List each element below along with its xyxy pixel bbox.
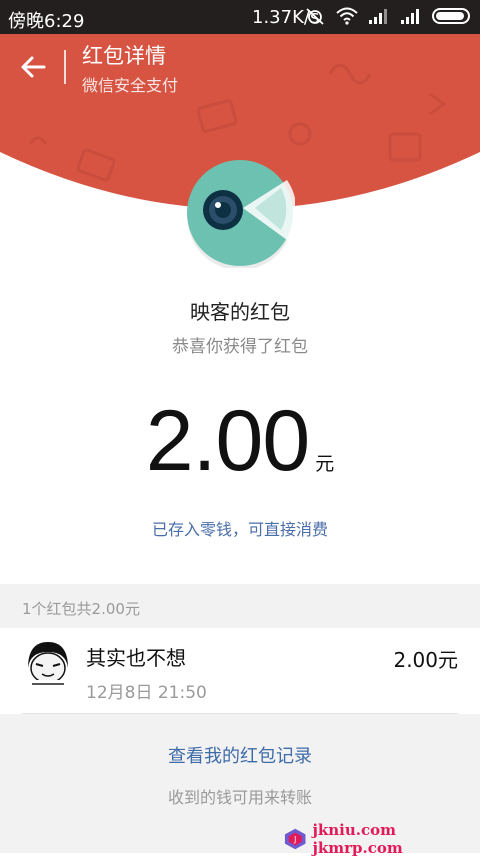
transfer-note: 收到的钱可用来转账: [167, 788, 312, 807]
header: 红包详情 微信安全支付: [0, 34, 480, 102]
status-time: 傍晚6:29: [8, 11, 85, 32]
greeting-text: 恭喜你获得了红包: [172, 337, 308, 357]
receive-time: 12月8日 21:50: [86, 683, 207, 703]
battery-icon: [432, 8, 470, 24]
list-item[interactable]: 其实也不想 12月8日 21:50 2.00元: [0, 628, 480, 714]
wifi-icon: [336, 7, 358, 25]
signal-icon: [401, 9, 419, 24]
receiver-name: 其实也不想: [86, 646, 186, 670]
watermark-text: jkniu.com jkmrp.com: [312, 821, 403, 857]
page-subtitle: 微信安全支付: [82, 76, 179, 95]
summary-text: 1个红包共2.00元: [22, 600, 140, 618]
signal-icon: [369, 9, 387, 24]
view-records-link[interactable]: 查看我的红包记录: [0, 742, 480, 768]
status-bar: 傍晚6:29 1.37K/s: [0, 0, 480, 34]
sender-avatar: [185, 158, 297, 270]
status-icons: [304, 7, 470, 25]
sender-name: 映客的红包: [190, 300, 290, 324]
receive-amount: 2.00元: [393, 648, 458, 672]
amount-unit: 元: [315, 453, 335, 475]
avatar: [22, 638, 74, 690]
arrow-left-icon[interactable]: [18, 52, 48, 82]
amount-value: 2.00: [145, 393, 310, 489]
svg-text:J: J: [293, 835, 296, 844]
watermark-logo-icon: J: [284, 828, 306, 850]
header-divider: [64, 50, 66, 84]
amount-display: 2.00 元: [0, 392, 480, 491]
page-title: 红包详情: [82, 44, 166, 68]
watermark: J jkniu.com jkmrp.com: [284, 821, 480, 857]
summary-bar: 1个红包共2.00元: [0, 584, 480, 628]
alarm-off-icon: [306, 8, 324, 25]
wallet-link[interactable]: 已存入零钱，可直接消费: [0, 516, 480, 540]
